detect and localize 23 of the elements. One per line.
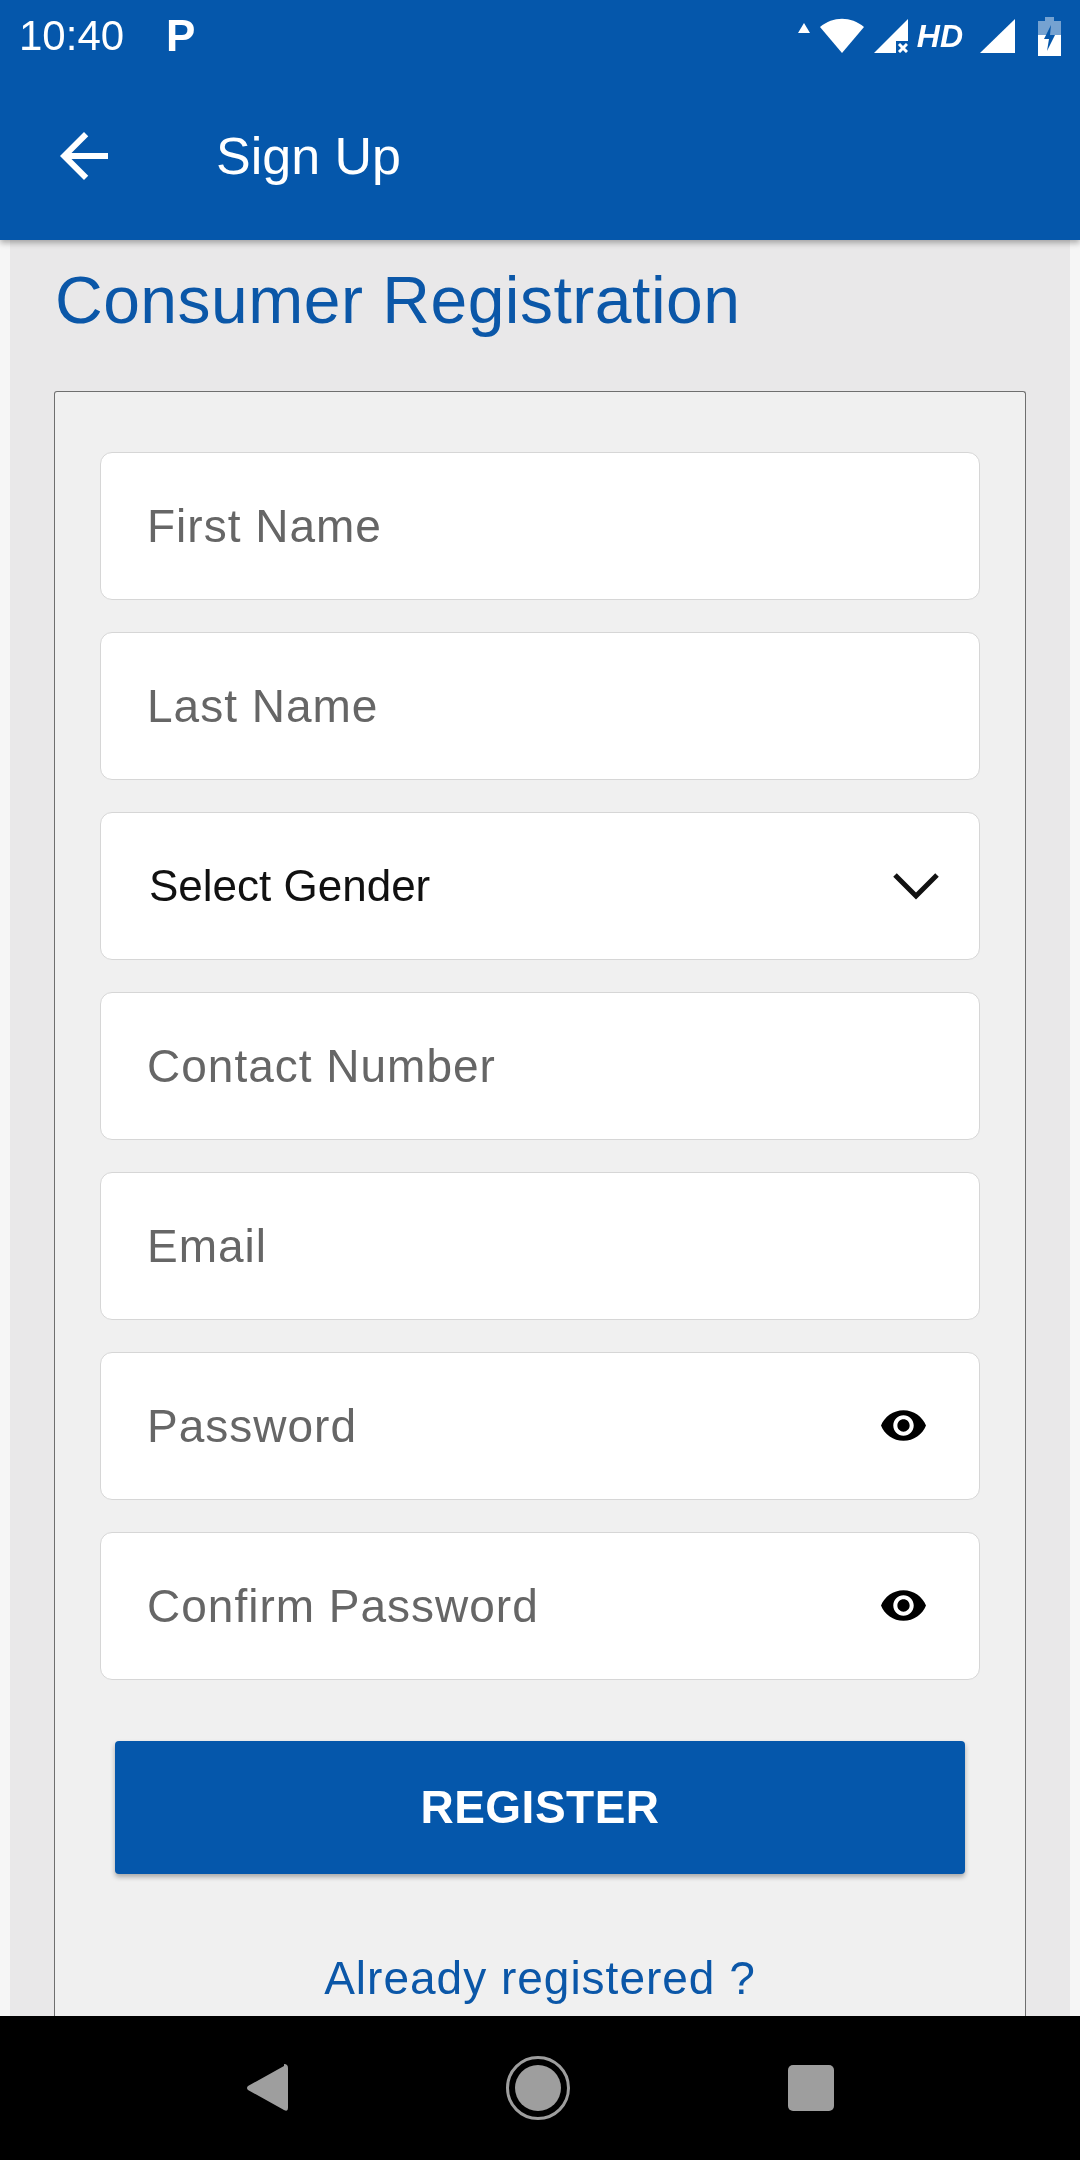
eye-icon[interactable] [881,1410,926,1441]
register-button[interactable]: REGISTER [115,1741,965,1874]
network-type-label: HD [916,20,963,52]
wifi-icon [818,18,865,54]
chevron-down-icon [892,872,940,900]
back-arrow-icon[interactable] [60,132,108,180]
input-field[interactable]: Email [100,1172,980,1320]
back-triangle-icon[interactable] [246,2064,288,2112]
input-field[interactable]: Contact Number [100,992,980,1140]
input-field[interactable]: Last Name [100,632,980,780]
p-letter-icon: P [166,14,196,58]
signal-icon [980,19,1015,53]
eye-icon[interactable] [881,1590,926,1621]
login-link[interactable]: Already registered ? [324,1950,756,2006]
triangle-up-icon [797,23,810,33]
status-time: 10:40 [19,15,125,57]
dropdown-field[interactable]: Select Gender [100,812,980,960]
input-field[interactable]: First Name [100,452,980,600]
battery-charging-icon [1038,16,1061,56]
password-field[interactable]: Password [100,1352,980,1500]
home-circle-icon[interactable] [506,2056,570,2120]
password-field[interactable]: Confirm Password [100,1532,980,1680]
signal-x-icon [873,19,908,53]
